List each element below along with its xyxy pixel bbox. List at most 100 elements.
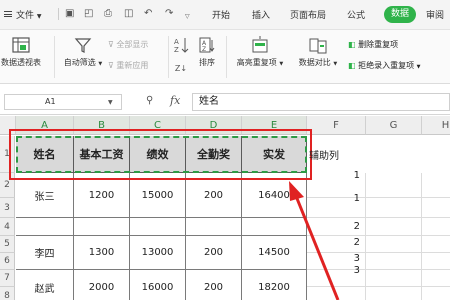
svg-text:Z: Z bbox=[202, 46, 206, 53]
grid-cell[interactable] bbox=[366, 253, 422, 270]
table-cell[interactable] bbox=[186, 218, 242, 236]
sort-button[interactable]: A Z 排序 bbox=[193, 36, 221, 68]
row-header-5[interactable]: 5 bbox=[0, 236, 15, 253]
table-cell[interactable]: 16000 bbox=[130, 270, 186, 300]
column-header-c[interactable]: C bbox=[130, 116, 186, 135]
table-header-cell[interactable]: 姓名 bbox=[16, 136, 74, 173]
grid-cell[interactable] bbox=[366, 218, 422, 236]
column-header-a[interactable]: A bbox=[16, 116, 74, 135]
table-cell[interactable]: 200 bbox=[186, 236, 242, 270]
grid-cell[interactable] bbox=[422, 236, 450, 253]
column-header-f[interactable]: F bbox=[307, 116, 366, 135]
table-cell[interactable]: 赵武 bbox=[16, 270, 74, 300]
table-cell[interactable]: 张三 bbox=[16, 173, 74, 218]
grid-cell[interactable] bbox=[422, 218, 450, 236]
select-all-corner[interactable] bbox=[0, 116, 16, 135]
formula-bar: A1 ▼ ⚲ fx 姓名 bbox=[0, 85, 450, 115]
table-cell[interactable]: 16400 bbox=[242, 173, 307, 218]
chevron-down-icon[interactable]: ▼ bbox=[108, 99, 113, 106]
table-cell[interactable]: 200 bbox=[186, 173, 242, 218]
table-cell[interactable] bbox=[242, 218, 307, 236]
row-header-3[interactable]: 3 bbox=[0, 198, 15, 218]
row-header-4[interactable]: 4 bbox=[0, 218, 15, 236]
table-cell[interactable] bbox=[16, 218, 74, 236]
file-menu[interactable]: 文件 ▼ bbox=[16, 8, 42, 21]
grid-cell[interactable] bbox=[307, 287, 366, 300]
helper-cell[interactable]: 1 bbox=[307, 167, 366, 183]
highlight-duplicates-button[interactable]: 高亮重复项 ▼ bbox=[230, 36, 290, 68]
menu-icon[interactable] bbox=[4, 11, 12, 17]
tab-data[interactable]: 数据 bbox=[384, 6, 416, 23]
column-header-b[interactable]: B bbox=[74, 116, 130, 135]
helper-cell[interactable]: 2 bbox=[307, 218, 366, 234]
print-icon[interactable]: ⎙ bbox=[104, 9, 112, 19]
column-header-e[interactable]: E bbox=[242, 116, 307, 135]
formula-input[interactable]: 姓名 bbox=[192, 93, 450, 111]
pivot-table-icon bbox=[12, 37, 30, 53]
preview-icon[interactable]: ◫ bbox=[124, 9, 133, 19]
column-header-h[interactable]: H bbox=[422, 116, 450, 135]
filter-icon bbox=[74, 38, 92, 53]
table-cell[interactable]: 18200 bbox=[242, 270, 307, 300]
grid-cell[interactable] bbox=[366, 270, 422, 287]
grid-cell[interactable] bbox=[422, 270, 450, 287]
grid-cell[interactable] bbox=[422, 253, 450, 270]
sort-asc-button[interactable]: A Z bbox=[172, 36, 190, 57]
grid-cell[interactable] bbox=[422, 198, 450, 218]
show-all-button[interactable]: ⊽ 全部显示 bbox=[108, 39, 148, 50]
row-header-1[interactable]: 1 bbox=[0, 136, 15, 173]
grid-cell[interactable] bbox=[366, 198, 422, 218]
table-cell[interactable]: 1300 bbox=[74, 236, 130, 270]
export-icon[interactable]: ◰ bbox=[84, 9, 93, 19]
row-header-8[interactable]: 8 bbox=[0, 287, 15, 300]
tab-insert[interactable]: 插入 bbox=[252, 8, 270, 21]
grid-cell[interactable] bbox=[366, 287, 422, 300]
helper-cell[interactable]: 1 bbox=[307, 190, 366, 206]
pivot-table-button[interactable]: 数据透视表 bbox=[0, 36, 46, 68]
helper-cell[interactable]: 3 bbox=[307, 262, 366, 278]
fx-icon[interactable]: fx bbox=[170, 94, 180, 107]
table-cell[interactable] bbox=[74, 218, 130, 236]
highlight-duplicates-icon bbox=[252, 36, 268, 53]
grid-cell[interactable] bbox=[366, 173, 422, 198]
table-cell[interactable]: 13000 bbox=[130, 236, 186, 270]
zoom-icon[interactable]: ⚲ bbox=[146, 95, 153, 106]
redo-icon[interactable]: ↷ bbox=[165, 9, 173, 19]
chevron-down-icon[interactable]: ▽ bbox=[185, 12, 190, 22]
row-header-6[interactable]: 6 bbox=[0, 253, 15, 270]
spreadsheet-grid[interactable]: A B C D E F G H 1 2 3 4 5 6 7 8 姓名 基本工资 绩效 全勤奖 实发 张三 1200 15000… bbox=[0, 116, 450, 300]
data-compare-button[interactable]: 数据对比 ▼ bbox=[294, 36, 342, 68]
tab-home[interactable]: 开始 bbox=[212, 8, 230, 21]
grid-cell[interactable] bbox=[366, 236, 422, 253]
table-cell[interactable]: 李四 bbox=[16, 236, 74, 270]
tab-review[interactable]: 审阅 bbox=[426, 8, 444, 21]
remove-duplicates-button[interactable]: ◧ 删除重复项 bbox=[348, 39, 398, 50]
reject-duplicates-button[interactable]: ◧ 拒绝录入重复项 ▼ bbox=[348, 60, 421, 71]
table-header-cell[interactable]: 全勤奖 bbox=[186, 136, 242, 173]
tab-page-layout[interactable]: 页面布局 bbox=[290, 8, 326, 21]
table-header-cell[interactable]: 基本工资 bbox=[74, 136, 130, 173]
table-cell[interactable]: 15000 bbox=[130, 173, 186, 218]
name-box[interactable]: A1 bbox=[4, 94, 122, 110]
undo-icon[interactable]: ↶ bbox=[144, 9, 152, 19]
reapply-label: 重新应用 bbox=[116, 61, 149, 70]
row-header-2[interactable]: 2 bbox=[0, 173, 15, 198]
helper-cell[interactable]: 2 bbox=[307, 234, 366, 250]
column-header-d[interactable]: D bbox=[186, 116, 242, 135]
row-header-7[interactable]: 7 bbox=[0, 270, 15, 287]
sort-desc-button[interactable]: Z↓ bbox=[172, 64, 190, 73]
tab-formulas[interactable]: 公式 bbox=[347, 8, 365, 21]
reapply-button[interactable]: ⊽ 重新应用 bbox=[108, 60, 148, 71]
table-header-cell[interactable]: 实发 bbox=[242, 136, 307, 173]
grid-cell[interactable] bbox=[422, 287, 450, 300]
table-cell[interactable]: 2000 bbox=[74, 270, 130, 300]
grid-cell[interactable] bbox=[422, 173, 450, 198]
table-header-cell[interactable]: 绩效 bbox=[130, 136, 186, 173]
save-icon[interactable]: ▣ bbox=[65, 9, 74, 19]
autofilter-button[interactable]: 自动筛选 ▼ bbox=[60, 36, 106, 68]
table-cell[interactable]: 14500 bbox=[242, 236, 307, 270]
table-cell[interactable] bbox=[130, 218, 186, 236]
table-cell[interactable]: 200 bbox=[186, 270, 242, 300]
column-header-g[interactable]: G bbox=[366, 116, 422, 135]
table-cell[interactable]: 1200 bbox=[74, 173, 130, 218]
